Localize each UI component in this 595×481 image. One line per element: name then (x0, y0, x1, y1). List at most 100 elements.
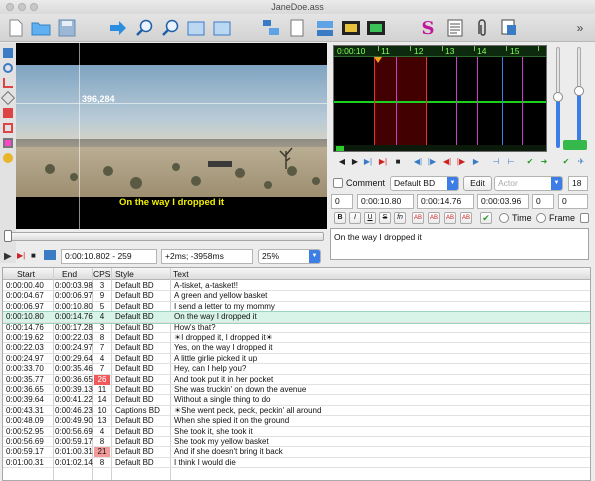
help-bulb-icon[interactable] (3, 153, 13, 163)
jump-to-icon[interactable] (108, 17, 128, 39)
notes-icon[interactable] (445, 17, 465, 39)
table-row[interactable]: 0:00:00.40 0:00:03.98 3 Default BD A-tisket,… (3, 281, 590, 292)
paperclip-icon[interactable] (472, 17, 492, 39)
zoom-in-icon[interactable] (134, 17, 154, 39)
table-row[interactable]: 0:00:19.62 0:00:22.03 8 Default BD ☀I droppe… (3, 333, 590, 344)
column-header-start[interactable]: Start (17, 268, 35, 280)
bold-button[interactable]: B (334, 212, 346, 224)
clip-tool-icon[interactable] (3, 123, 13, 133)
table-row[interactable]: 0:00:39.64 0:00:41.22 14 Default BD Without … (3, 395, 590, 406)
scale-tool-icon[interactable] (3, 108, 13, 118)
frame-radio[interactable] (536, 213, 546, 223)
zoom-out-icon[interactable] (160, 17, 180, 39)
video-jump-icon[interactable] (186, 17, 206, 39)
column-header-cps[interactable]: CPS (93, 268, 110, 280)
new-file-icon[interactable] (6, 17, 26, 39)
audio-volume-knob[interactable] (574, 86, 584, 96)
commit-check-icon[interactable]: ✔ (480, 212, 492, 224)
audio-scrollbar[interactable] (334, 145, 546, 151)
zoom-window-icon[interactable] (30, 3, 38, 11)
layer-field[interactable]: 0 (331, 194, 353, 209)
underline-button[interactable]: U (364, 212, 376, 224)
vector-clip-icon[interactable] (3, 138, 13, 148)
margin-left-field[interactable]: 0 (532, 194, 554, 209)
styles-manager-icon[interactable] (315, 17, 335, 39)
video-display[interactable]: 396,284 On the way I dropped it (16, 43, 327, 229)
duration-field[interactable]: 0:00:03.96 (477, 194, 529, 209)
italic-button[interactable]: I (349, 212, 361, 224)
play-icon[interactable]: ▶ (4, 251, 14, 265)
open-folder-icon[interactable] (31, 17, 51, 39)
subtitle-text-editor[interactable]: On the way I dropped it (330, 228, 589, 260)
table-row[interactable]: 0:01:00.31 0:01:02.14 8 Default BD I think I… (3, 458, 590, 469)
extra-checkbox[interactable] (580, 213, 589, 223)
table-row[interactable]: 0:00:24.97 0:00:29.64 4 Default BD A little … (3, 354, 590, 365)
save-icon[interactable] (57, 17, 77, 39)
table-row[interactable]: 0:00:36.65 0:00:39.13 11 Default BD She was … (3, 385, 590, 396)
play-end-before-icon[interactable]: ◀| (441, 156, 453, 168)
outline-color-button[interactable]: AB (444, 212, 456, 224)
drag-tool-icon[interactable] (3, 63, 13, 73)
audio-zoom-knob[interactable] (553, 92, 563, 102)
toolbar-overflow-icon[interactable]: » (570, 17, 590, 39)
play-end-after-icon[interactable]: |▶ (455, 156, 467, 168)
column-header-end[interactable]: End (62, 268, 77, 280)
table-row[interactable]: 0:00:59.17 0:01:00.31 21 Default BD And if s… (3, 447, 590, 458)
rotate-xy-icon[interactable] (0, 90, 16, 106)
video-zoom-select[interactable]: 25% ▼ (258, 249, 321, 264)
stop-icon[interactable]: ■ (31, 251, 39, 265)
close-window-icon[interactable] (6, 3, 14, 11)
video-seek-knob[interactable] (4, 230, 12, 242)
play-before-icon[interactable]: ◀| (412, 156, 424, 168)
commit-icon[interactable]: ✔ (524, 156, 536, 168)
table-row[interactable]: 0:00:35.77 0:00:36.65 26 Default BD And took… (3, 374, 590, 385)
play-after-icon[interactable]: |▶ (426, 156, 438, 168)
start-time-field[interactable]: 0:00:10.80 (357, 194, 414, 209)
attachments-icon[interactable] (288, 17, 308, 39)
style-select[interactable]: Default BD ▼ (390, 176, 459, 191)
timing-film-icon[interactable] (341, 17, 361, 39)
end-time-field[interactable]: 0:00:14.76 (417, 194, 474, 209)
video-details-icon[interactable] (366, 17, 386, 39)
auto-scroll-icon[interactable] (44, 250, 56, 260)
table-row[interactable]: 0:00:14.76 0:00:17.28 3 Default BD How's tha… (3, 323, 590, 333)
font-button[interactable]: fn (394, 212, 406, 224)
column-header-text[interactable]: Text (173, 268, 189, 280)
edit-style-button[interactable]: Edit (463, 176, 492, 191)
video-seek-bar[interactable] (4, 232, 324, 241)
video-select-icon[interactable] (212, 17, 232, 39)
time-radio[interactable] (499, 213, 509, 223)
shadow-color-button[interactable]: AB (460, 212, 472, 224)
table-row[interactable]: 0:00:56.69 0:00:59.17 8 Default BD She took … (3, 437, 590, 448)
lead-in-icon[interactable]: ⊣ (490, 156, 502, 168)
table-row[interactable]: 0:00:22.03 0:00:24.97 7 Default BD Yes, on t… (3, 343, 590, 354)
automation-icon[interactable]: S (418, 17, 438, 39)
margin-right-field[interactable]: 0 (558, 194, 588, 209)
primary-color-button[interactable]: AB (412, 212, 424, 224)
effect-margin-field[interactable]: 18 (568, 176, 588, 191)
play-current-line-icon[interactable]: ▶| (377, 156, 389, 168)
auto-commit-icon[interactable]: ✔ (560, 156, 572, 168)
video-time-field[interactable]: 0:00:10.802 - 259 (61, 249, 157, 264)
table-row[interactable]: 0:00:06.97 0:00:10.80 5 Default BD I send a … (3, 302, 590, 313)
table-row[interactable]: 0:00:33.70 0:00:35.46 7 Default BD Hey, can … (3, 364, 590, 375)
go-next-icon[interactable]: ➜ (538, 156, 550, 168)
table-row[interactable]: 0:00:52.95 0:00:56.69 4 Default BD She took … (3, 427, 590, 437)
auto-scroll-audio-icon[interactable]: ✈ (575, 156, 587, 168)
rotate-z-icon[interactable] (3, 78, 13, 88)
next-line-icon[interactable]: ▶ (349, 156, 361, 168)
minimize-window-icon[interactable] (18, 3, 26, 11)
play-to-end-icon[interactable]: ▶ (470, 156, 482, 168)
table-row[interactable]: 0:00:48.09 0:00:49.90 13 Default BD When she… (3, 416, 590, 427)
audio-waveform-display[interactable]: 0:00:10 11 12 13 14 15 (333, 45, 547, 152)
column-header-style[interactable]: Style (115, 268, 134, 280)
audio-stop-icon[interactable]: ■ (392, 156, 404, 168)
actor-select[interactable]: Actor ▼ (494, 176, 563, 191)
strikeout-button[interactable]: S (379, 212, 391, 224)
lead-out-icon[interactable]: ⊢ (505, 156, 517, 168)
play-line-icon[interactable]: ▶| (17, 251, 27, 265)
subtitles-grid[interactable]: Start End CPS Style Text 0:00:00.40 0:00:… (2, 267, 591, 481)
comment-checkbox[interactable] (333, 178, 343, 188)
secondary-color-button[interactable]: AB (428, 212, 440, 224)
translate-icon[interactable] (499, 17, 519, 39)
